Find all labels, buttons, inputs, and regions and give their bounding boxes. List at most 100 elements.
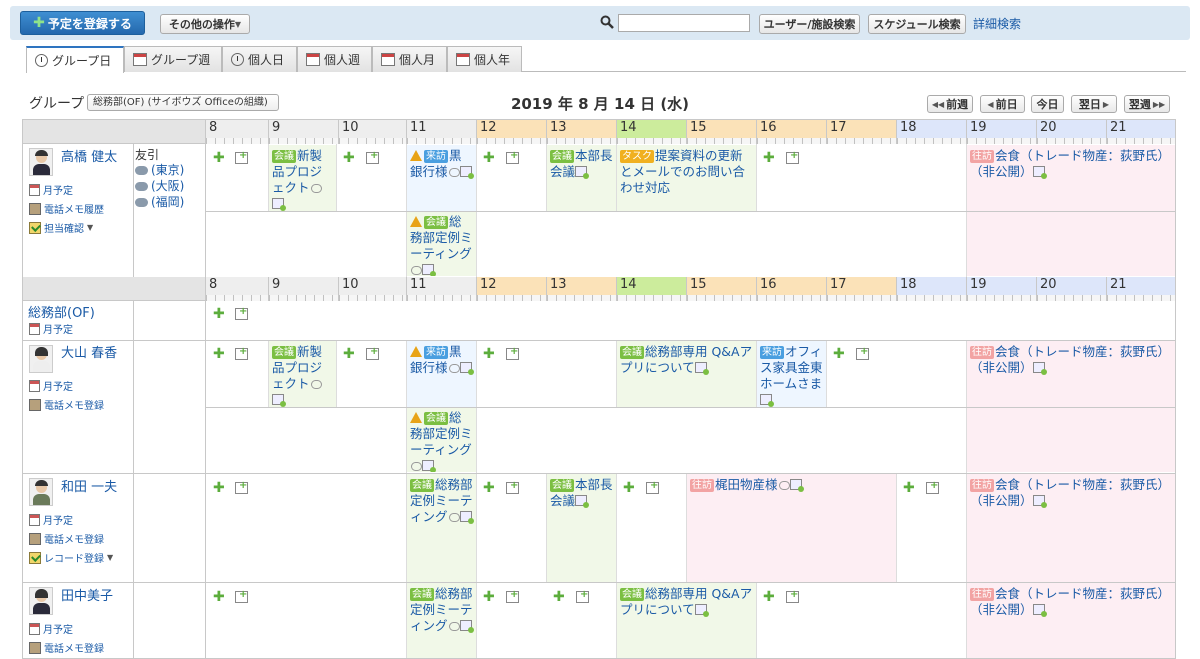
add-plus-icon[interactable]: ✚ — [213, 307, 225, 321]
user-facility-search-button[interactable]: ユーザー/施設検索 — [759, 14, 860, 34]
phone-memo-register-link[interactable]: 電話メモ登録 — [29, 531, 104, 546]
user-name[interactable]: 和田 一夫 — [61, 476, 117, 495]
add-calendar-icon[interactable] — [366, 346, 379, 360]
monthly-schedule-link[interactable]: 月予定 — [29, 512, 73, 527]
schedule-search-button[interactable]: スケジュール検索 — [868, 14, 966, 34]
record-register-link[interactable]: レコード登録 ▼ — [29, 550, 113, 565]
phone-memo-register-link[interactable]: 電話メモ登録 — [29, 397, 104, 412]
event-item[interactable]: 会議 新製品プロジェクト — [269, 341, 336, 407]
attendee-icon — [459, 166, 474, 179]
add-plus-icon[interactable]: ✚ — [213, 590, 225, 604]
add-plus-icon[interactable]: ✚ — [483, 590, 495, 604]
event-item[interactable]: 来訪 オフィス家具金東ホームさま — [757, 341, 826, 407]
add-plus-icon[interactable]: ✚ — [213, 481, 225, 495]
tab-personal-month[interactable]: 個人月 — [372, 46, 447, 72]
event-item[interactable]: 会議 新製品プロジェクト — [269, 145, 336, 211]
event-item[interactable]: 往訪 会食（トレード物産：荻野氏）（非公開） — [967, 583, 1175, 658]
add-plus-icon[interactable]: ✚ — [833, 347, 845, 361]
event-item[interactable]: 会議 総務部定例ミーティング — [407, 583, 476, 658]
add-calendar-icon[interactable] — [926, 480, 939, 494]
monthly-schedule-link[interactable]: 月予定 — [29, 378, 73, 393]
tab-group-week[interactable]: グループ週 — [124, 46, 222, 72]
event-item[interactable]: 会議 本部長会議 — [547, 145, 616, 211]
next-day-button[interactable]: 翌日 ▶ — [1071, 95, 1117, 113]
event-item[interactable]: 会議 総務部定例ミーティング — [407, 407, 476, 472]
add-calendar-icon[interactable] — [235, 346, 248, 360]
add-calendar-icon[interactable] — [235, 480, 248, 494]
monthly-schedule-link[interactable]: 月予定 — [29, 321, 73, 336]
hour-label: 13 — [550, 277, 567, 292]
phone-memo-history-link[interactable]: 電話メモ履歴 — [29, 201, 104, 216]
event-item[interactable]: タスク 提案資料の更新とメールでのお問い合わせ対応 — [617, 145, 756, 211]
register-schedule-button[interactable]: ✚ 予定を登録する — [20, 11, 145, 35]
add-plus-icon[interactable]: ✚ — [903, 481, 915, 495]
monthly-schedule-link[interactable]: 月予定 — [29, 182, 73, 197]
add-calendar-icon[interactable] — [235, 306, 248, 320]
add-plus-icon[interactable]: ✚ — [483, 151, 495, 165]
link-label: レコード登録 — [44, 554, 104, 565]
link-label: 電話メモ登録 — [44, 644, 104, 655]
add-calendar-icon[interactable] — [506, 480, 519, 494]
user-name[interactable]: 大山 春香 — [61, 342, 117, 361]
event-item[interactable]: 往訪 梶田物産様 — [687, 474, 896, 582]
add-calendar-icon[interactable] — [235, 150, 248, 164]
monthly-schedule-link[interactable]: 月予定 — [29, 621, 73, 636]
event-item[interactable]: 来訪 黒銀行様 — [407, 145, 476, 211]
hour-cell: 12 — [476, 120, 546, 144]
event-item[interactable]: 会議 総務部定例ミーティング — [407, 211, 476, 276]
toolbar: ✚ 予定を登録する その他の操作 ▼ ユーザー/施設検索 スケジュール検索 詳細検… — [10, 6, 1190, 40]
add-calendar-icon[interactable] — [506, 589, 519, 603]
prev-week-button[interactable]: ◀◀ 前週 — [927, 95, 973, 113]
group-name-link[interactable]: 総務部(OF) — [28, 302, 95, 321]
event-item[interactable]: 会議 本部長会議 — [547, 474, 616, 582]
user-name[interactable]: 高橋 健太 — [61, 146, 117, 165]
add-plus-icon[interactable]: ✚ — [213, 347, 225, 361]
add-plus-icon[interactable]: ✚ — [343, 151, 355, 165]
event-item[interactable]: 来訪 黒銀行様 — [407, 341, 476, 407]
advanced-search-link[interactable]: 詳細検索 — [973, 15, 1021, 32]
assignee-confirm-link[interactable]: 担当確認 ▼ — [29, 220, 93, 235]
add-calendar-icon[interactable] — [786, 150, 799, 164]
tab-personal-week[interactable]: 個人週 — [297, 46, 372, 72]
user-name[interactable]: 田中美子 — [61, 585, 113, 604]
event-item[interactable]: 往訪 会食（トレード物産：荻野氏）（非公開） — [967, 145, 1175, 211]
event-item[interactable]: 往訪 会食（トレード物産：荻野氏）（非公開） — [967, 341, 1175, 407]
tab-group-day[interactable]: グループ日 — [26, 46, 124, 73]
add-plus-icon[interactable]: ✚ — [623, 481, 635, 495]
add-plus-icon[interactable]: ✚ — [763, 151, 775, 165]
event-item[interactable]: 会議 総務部定例ミーティング — [407, 474, 476, 582]
add-calendar-icon[interactable] — [786, 589, 799, 603]
add-plus-icon[interactable]: ✚ — [483, 347, 495, 361]
add-plus-icon[interactable]: ✚ — [483, 481, 495, 495]
add-calendar-icon[interactable] — [646, 480, 659, 494]
add-calendar-icon[interactable] — [576, 589, 589, 603]
out-visit-badge: 往訪 — [970, 346, 994, 359]
next-week-button[interactable]: 翌週 ▶▶ — [1124, 95, 1170, 113]
add-plus-icon[interactable]: ✚ — [763, 590, 775, 604]
hour-cell: 8 — [205, 277, 268, 301]
phone-memo-register-link[interactable]: 電話メモ登録 — [29, 640, 104, 655]
attendee-icon — [422, 460, 436, 472]
today-button[interactable]: 今日 — [1031, 95, 1064, 113]
grid-line — [616, 340, 617, 407]
next-week-label: 翌週 — [1128, 98, 1151, 111]
add-calendar-icon[interactable] — [235, 589, 248, 603]
add-calendar-icon[interactable] — [506, 346, 519, 360]
event-item[interactable]: 会議 総務部専用 Q&Aアプリについて — [617, 341, 756, 407]
add-calendar-icon[interactable] — [856, 346, 869, 360]
add-plus-icon[interactable]: ✚ — [213, 151, 225, 165]
prev-day-button[interactable]: ◀ 前日 — [980, 95, 1025, 113]
event-item[interactable]: 往訪 会食（トレード物産：荻野氏）（非公開） — [967, 474, 1175, 582]
add-calendar-icon[interactable] — [366, 150, 379, 164]
weather-icon — [135, 182, 148, 191]
other-operations-button[interactable]: その他の操作 ▼ — [160, 14, 250, 34]
tab-personal-day[interactable]: 個人日 — [222, 46, 297, 72]
add-calendar-icon[interactable] — [506, 150, 519, 164]
calendar-icon — [29, 322, 40, 335]
event-item[interactable]: 会議 総務部専用 Q&Aアプリについて — [617, 583, 756, 658]
add-plus-icon[interactable]: ✚ — [553, 590, 565, 604]
group-select[interactable]: 総務部(OF) (サイボウズ Officeの組織) — [87, 94, 279, 111]
search-input[interactable] — [618, 14, 750, 32]
add-plus-icon[interactable]: ✚ — [343, 347, 355, 361]
tab-personal-year[interactable]: 個人年 — [447, 46, 522, 72]
